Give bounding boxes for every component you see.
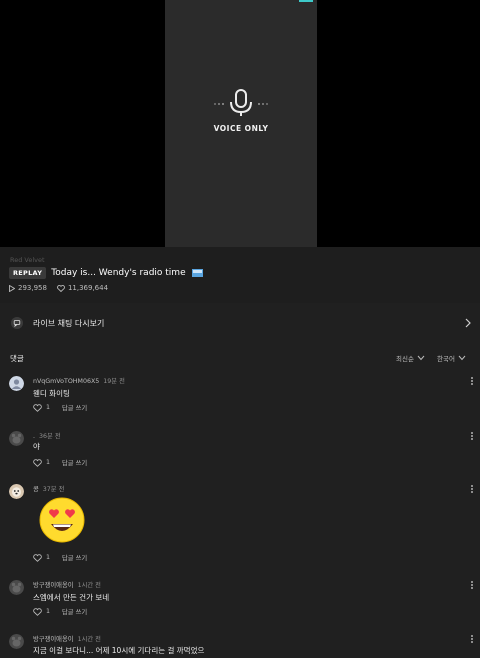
- default-avatar-icon: [9, 376, 24, 391]
- comment-like-count: 1: [46, 404, 51, 411]
- comment-username[interactable]: nVqGmVoTOHM06X5: [33, 378, 99, 385]
- language-label: 한국어: [437, 355, 455, 363]
- chevron-right-icon: [465, 318, 471, 328]
- sort-label: 최신순: [396, 355, 414, 363]
- comment-username[interactable]: .: [33, 433, 35, 440]
- animal-avatar-icon: [9, 580, 24, 595]
- play-count: 293,958: [9, 284, 47, 292]
- comment-username[interactable]: 방구쟁이애옹이: [33, 582, 74, 589]
- play-icon: [9, 284, 15, 292]
- more-options-icon[interactable]: [470, 431, 474, 443]
- sort-dropdown[interactable]: 최신순: [396, 353, 425, 363]
- avatar[interactable]: [9, 431, 24, 446]
- heart-eyes-emoji: [39, 497, 85, 543]
- video-frame[interactable]: VOICE ONLY: [165, 0, 317, 247]
- heart-icon[interactable]: [33, 458, 42, 467]
- comments-header: 댓글 최신순 한국어: [0, 349, 480, 367]
- comment-username[interactable]: 콩: [33, 486, 39, 493]
- more-options-icon[interactable]: [470, 580, 474, 592]
- comment-like-count: 1: [46, 608, 51, 615]
- chevron-down-icon: [417, 355, 425, 361]
- flag-icon: [191, 269, 203, 277]
- voice-only-label: VOICE ONLY: [213, 124, 269, 133]
- live-chat-replay-label: 라이브 채팅 다시보기: [33, 319, 105, 328]
- video-title: Today is... Wendy's radio time: [51, 268, 186, 278]
- comment-like-count: 1: [46, 554, 51, 561]
- more-options-icon[interactable]: [470, 484, 474, 496]
- comment-text: 스엠에서 만든 건가 보네: [33, 593, 110, 602]
- reply-button[interactable]: 답글 쓰기: [62, 553, 87, 562]
- avatar[interactable]: [9, 634, 24, 649]
- reply-button[interactable]: 답글 쓰기: [62, 458, 87, 467]
- reply-button[interactable]: 답글 쓰기: [62, 607, 87, 616]
- chevron-down-icon: [458, 355, 466, 361]
- comment-time: 37분 전: [42, 486, 65, 493]
- more-options-icon[interactable]: [470, 376, 474, 388]
- heart-icon[interactable]: [33, 607, 42, 616]
- dog-avatar-icon: [9, 484, 24, 499]
- language-dropdown[interactable]: 한국어: [437, 353, 466, 363]
- comment-time: 1시간 전: [77, 582, 101, 589]
- animal-avatar-icon: [9, 431, 24, 446]
- avatar[interactable]: [9, 376, 24, 391]
- avatar[interactable]: [9, 484, 24, 499]
- live-chat-replay-button[interactable]: 라이브 채팅 다시보기: [0, 311, 480, 337]
- artist-name[interactable]: Red Velvet: [10, 256, 45, 264]
- like-count-value: 11,369,644: [67, 284, 109, 292]
- avatar[interactable]: [9, 580, 24, 595]
- comments-title: 댓글: [10, 354, 24, 363]
- comment-time: 19분 전: [103, 378, 125, 385]
- chat-icon: [11, 317, 23, 329]
- comment-text: 야: [33, 442, 40, 451]
- comment-time: 36분 전: [39, 433, 61, 440]
- comment-text: 웬디 화이팅: [33, 389, 70, 398]
- like-count: 11,369,644: [57, 284, 108, 292]
- comment-username[interactable]: 방구쟁이애옹이: [33, 636, 74, 643]
- heart-icon: [57, 284, 65, 292]
- heart-icon[interactable]: [33, 403, 42, 412]
- comment-text: 지금 이걸 보다니... 어제 10시에 기다리는 걸 까먹었으: [33, 646, 205, 655]
- animal-avatar-icon: [9, 634, 24, 649]
- video-info: Red Velvet REPLAY Today is... Wendy's ra…: [0, 247, 480, 303]
- replay-badge: REPLAY: [9, 267, 47, 279]
- comment-time: 1시간 전: [77, 636, 101, 643]
- heart-icon[interactable]: [33, 553, 42, 562]
- play-count-value: 293,958: [18, 284, 47, 292]
- comment-like-count: 1: [46, 459, 51, 466]
- more-options-icon[interactable]: [470, 634, 474, 646]
- microphone-icon: [214, 89, 268, 116]
- video-player[interactable]: VOICE ONLY: [0, 0, 480, 247]
- video-progress-indicator: [299, 0, 313, 2]
- reply-button[interactable]: 답글 쓰기: [62, 403, 87, 412]
